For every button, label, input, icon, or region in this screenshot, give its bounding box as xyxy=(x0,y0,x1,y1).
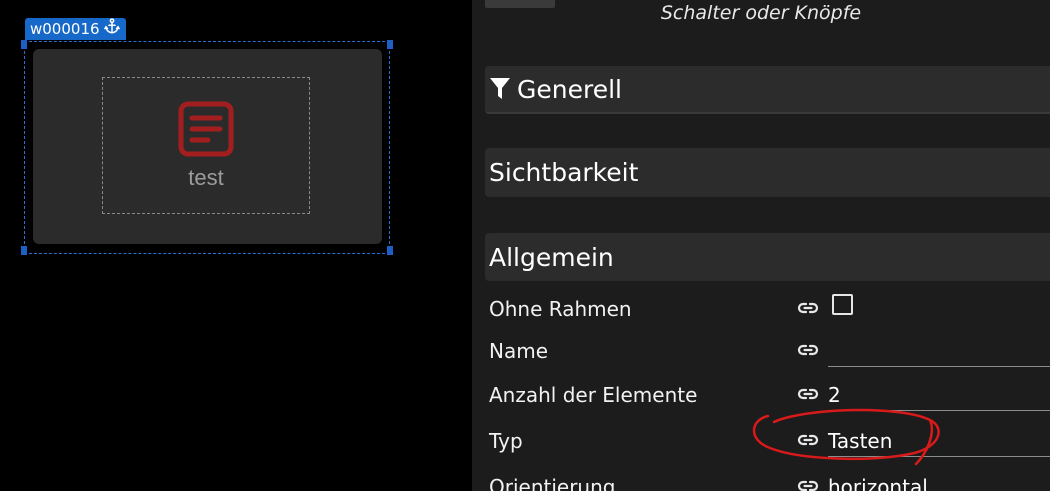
field-name-label: Name xyxy=(489,339,549,363)
resize-handle[interactable] xyxy=(387,246,393,255)
name-input[interactable] xyxy=(828,331,1050,367)
field-name: Name xyxy=(489,331,1050,371)
resize-handle[interactable] xyxy=(21,40,27,49)
widget-button[interactable]: test xyxy=(102,77,310,214)
field-count: Anzahl der Elemente 2 xyxy=(489,375,1050,415)
field-orientation-label: Orientierung xyxy=(489,475,616,491)
widget-type-subtitle: Schalter oder Knöpfe xyxy=(660,2,862,24)
field-type: Typ Tasten xyxy=(489,421,1050,461)
document-icon xyxy=(178,101,234,157)
field-orientation: Orientierung horizontal xyxy=(489,467,1050,491)
orientation-select[interactable]: horizontal xyxy=(828,467,1050,491)
field-count-label: Anzahl der Elemente xyxy=(489,383,698,407)
field-no-border-label: Ohne Rahmen xyxy=(489,297,632,321)
section-visibility[interactable]: Sichtbarkeit xyxy=(485,148,1050,197)
anchor-icon[interactable] xyxy=(103,17,121,41)
filter-icon[interactable] xyxy=(489,77,517,101)
button-widget[interactable]: test xyxy=(33,49,382,244)
resize-handle[interactable] xyxy=(387,40,393,49)
properties-panel: Schalter oder Knöpfe Generell Sichtbarke… xyxy=(472,0,1050,491)
widget-label: test xyxy=(188,164,224,190)
count-input[interactable]: 2 xyxy=(828,375,1050,411)
field-type-label: Typ xyxy=(489,429,523,453)
section-common[interactable]: Allgemein xyxy=(485,233,1050,281)
section-visibility-label: Sichtbarkeit xyxy=(489,158,639,187)
link-icon[interactable] xyxy=(796,474,820,491)
link-icon[interactable] xyxy=(796,338,820,362)
editor-canvas[interactable]: w000016 test xyxy=(0,0,472,491)
link-icon[interactable] xyxy=(796,382,820,406)
section-common-label: Allgemein xyxy=(489,242,614,272)
type-select[interactable]: Tasten xyxy=(828,421,1050,457)
field-no-border: Ohne Rahmen xyxy=(489,289,1050,329)
no-border-checkbox[interactable] xyxy=(832,294,853,315)
resize-handle[interactable] xyxy=(21,246,27,255)
section-general[interactable]: Generell xyxy=(485,66,1050,114)
widget-id-tag[interactable]: w000016 xyxy=(25,18,126,40)
widget-id: w000016 xyxy=(30,20,100,38)
section-general-label: Generell xyxy=(517,74,622,104)
link-icon[interactable] xyxy=(796,428,820,452)
link-icon[interactable] xyxy=(796,296,820,320)
